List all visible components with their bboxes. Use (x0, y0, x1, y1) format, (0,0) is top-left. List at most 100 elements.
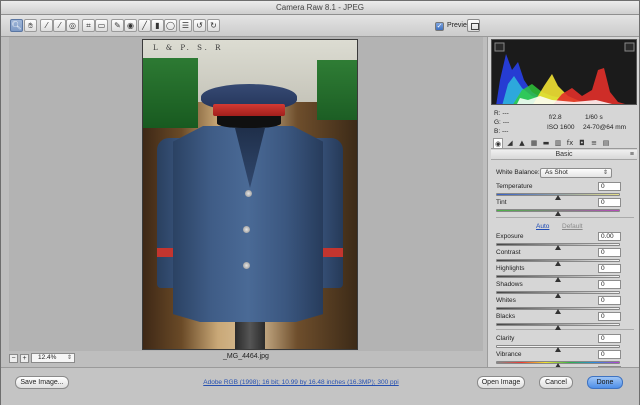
adjustments-panel: R: --- G: --- B: --- f/2.8 1/60 s ISO 16… (487, 37, 639, 384)
spot-removal-tool-icon[interactable]: ✎ (111, 19, 124, 32)
hand-tool-icon[interactable]: ✋︎ (24, 19, 37, 32)
tab-camera-calibration-icon[interactable]: ◘ (577, 138, 587, 148)
lens-value: 24-70@64 mm (583, 124, 627, 131)
red-eye-removal-tool-icon[interactable]: ◉ (124, 19, 137, 32)
clarity-label: Clarity (496, 335, 515, 342)
shadows-value-field[interactable]: 0 (598, 280, 621, 289)
fullscreen-toggle-icon[interactable] (467, 19, 480, 32)
aperture-value: f/2.8 (549, 114, 562, 121)
zoom-tool-icon[interactable]: 🔍︎ (10, 19, 23, 32)
section-title: Basic (555, 151, 573, 158)
camera-raw-window: Camera Raw 8.1 - JPEG 🔍︎ ✋︎ ⁄ ⁄ ◎ ⌗ ▭ ✎ ◉ ╱ ▮ ◯ ☰ ↺ ↻ … (0, 0, 640, 405)
histogram-clip-low (494, 42, 505, 52)
window-title: Camera Raw 8.1 - JPEG (275, 3, 365, 12)
done-button[interactable]: Done (587, 376, 623, 389)
toolbar: 🔍︎ ✋︎ ⁄ ⁄ ◎ ⌗ ▭ ✎ ◉ ╱ ▮ ◯ ☰ ↺ ↻ ✓ Preview (1, 15, 639, 37)
tab-detail-icon[interactable]: ▲ (517, 138, 527, 148)
preferences-icon[interactable]: ☰ (179, 19, 192, 32)
tint-slider-thumb[interactable] (555, 211, 561, 216)
contrast-label: Contrast (496, 249, 521, 256)
photo-wall-text: L & P. S. R (153, 44, 224, 52)
white-balance-label: White Balance: (496, 169, 540, 176)
blacks-slider-thumb[interactable] (555, 325, 561, 330)
tab-presets-icon[interactable]: ≡ (589, 138, 599, 148)
select-arrows-icon: ⇕ (602, 170, 608, 176)
tint-value-field[interactable]: 0 (598, 198, 621, 207)
shadows-slider-thumb[interactable] (555, 293, 561, 298)
select-arrows-icon: ⇕ (66, 355, 72, 361)
shadows-label: Shadows (496, 281, 523, 288)
color-sampler-tool-icon[interactable]: ⁄ (53, 19, 66, 32)
vibrance-value-field[interactable]: 0 (598, 350, 621, 359)
whites-slider-thumb[interactable] (555, 309, 561, 314)
preview-checkbox[interactable]: ✓ (435, 22, 444, 31)
tint-label: Tint (496, 199, 507, 206)
image-preview: L & P. S. R (142, 39, 358, 350)
histogram-red (553, 68, 625, 104)
contrast-slider-thumb[interactable] (555, 261, 561, 266)
white-balance-tool-icon[interactable]: ⁄ (40, 19, 53, 32)
graduated-filter-icon[interactable]: ▮ (151, 19, 164, 32)
panel-menu-icon[interactable]: ≡ (630, 150, 634, 160)
exposure-label: Exposure (496, 233, 524, 240)
histogram-clip-high (624, 42, 635, 52)
rotate-cw-icon[interactable]: ↻ (207, 19, 220, 32)
highlights-label: Highlights (496, 265, 525, 272)
tab-lens-corrections-icon[interactable]: ▥ (553, 138, 563, 148)
section-header: Basic ≡ (491, 150, 637, 160)
highlights-value-field[interactable]: 0 (598, 264, 621, 273)
zoom-level-select[interactable]: 12.4% ⇕ (31, 353, 75, 363)
divider (496, 329, 634, 330)
workflow-options-link[interactable]: Adobe RGB (1998); 16 bit; 10.99 by 16.48… (201, 379, 401, 386)
open-image-button[interactable]: Open Image (477, 376, 525, 389)
zoom-level-value: 12.4% (38, 354, 57, 361)
divider (496, 217, 634, 218)
blacks-label: Blacks (496, 313, 516, 320)
tab-hsl-icon[interactable]: ▦ (529, 138, 539, 148)
radial-filter-icon[interactable]: ◯ (164, 19, 177, 32)
temperature-value-field[interactable]: 0 (598, 182, 621, 191)
white-balance-value: As Shot (545, 169, 568, 176)
histogram-graph (494, 42, 635, 104)
tab-tone-curve-icon[interactable]: ◢ (505, 138, 515, 148)
shutter-value: 1/60 s (585, 114, 603, 121)
clarity-slider-thumb[interactable] (555, 347, 561, 352)
whites-label: Whites (496, 297, 516, 304)
default-link[interactable]: Default (562, 223, 583, 230)
auto-link[interactable]: Auto (536, 223, 549, 230)
highlights-slider-thumb[interactable] (555, 277, 561, 282)
canvas-footer: _MG_4464.jpg − + 12.4% ⇕ (9, 352, 483, 364)
clarity-value-field[interactable]: 0 (598, 334, 621, 343)
title-bar: Camera Raw 8.1 - JPEG (1, 1, 639, 15)
vibrance-label: Vibrance (496, 351, 522, 358)
blacks-value-field[interactable]: 0 (598, 312, 621, 321)
panel-tabs: ◉ ◢ ▲ ▦ ▬ ▥ fx ◘ ≡ ▤ (491, 138, 637, 149)
rotate-ccw-icon[interactable]: ↺ (193, 19, 206, 32)
contrast-value-field[interactable]: 0 (598, 248, 621, 257)
white-balance-select[interactable]: As Shot ⇕ (540, 168, 612, 178)
r-label: R: (494, 110, 501, 117)
preview-canvas[interactable]: L & P. S. R (9, 37, 483, 351)
tab-effects-icon[interactable]: fx (565, 138, 575, 148)
tab-basic-icon[interactable]: ◉ (493, 138, 503, 148)
filename-label: _MG_4464.jpg (223, 353, 269, 360)
tab-split-toning-icon[interactable]: ▬ (541, 138, 551, 148)
temperature-slider-thumb[interactable] (555, 195, 561, 200)
g-label: G: (494, 119, 501, 126)
b-value: --- (501, 128, 509, 135)
g-value: --- (502, 119, 510, 126)
save-image-button[interactable]: Save Image... (15, 376, 69, 389)
whites-value-field[interactable]: 0 (598, 296, 621, 305)
adjustment-brush-icon[interactable]: ╱ (138, 19, 151, 32)
cancel-button[interactable]: Cancel (539, 376, 573, 389)
exposure-value-field[interactable]: 0.00 (598, 232, 621, 241)
exposure-slider-thumb[interactable] (555, 245, 561, 250)
histogram (491, 39, 637, 105)
zoom-out-button[interactable]: − (9, 354, 18, 363)
crop-tool-icon[interactable]: ⌗ (82, 19, 95, 32)
tab-snapshots-icon[interactable]: ▤ (601, 138, 611, 148)
zoom-in-button[interactable]: + (20, 354, 29, 363)
straighten-tool-icon[interactable]: ▭ (95, 19, 108, 32)
targeted-adjustment-tool-icon[interactable]: ◎ (66, 19, 79, 32)
r-value: --- (502, 110, 509, 117)
